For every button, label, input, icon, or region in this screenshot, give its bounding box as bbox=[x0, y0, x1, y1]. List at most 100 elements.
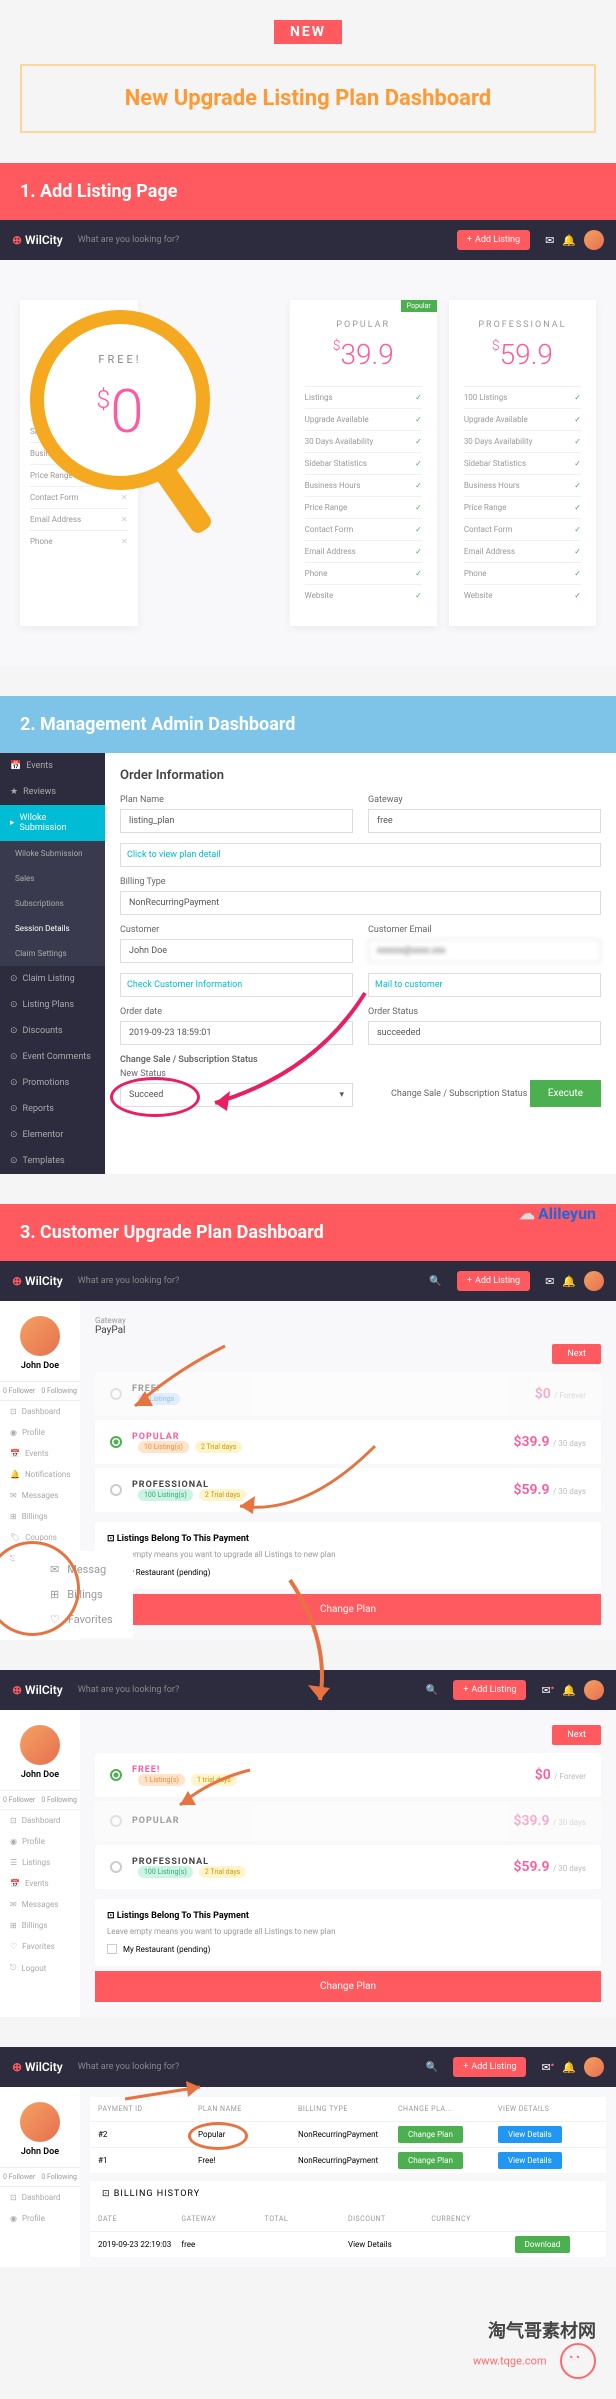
menu-item[interactable]: ◉ Profile bbox=[0, 1831, 80, 1852]
execute-button[interactable]: Execute bbox=[530, 1080, 601, 1107]
radio[interactable] bbox=[110, 1769, 122, 1781]
plan-row-pro[interactable]: PROFESSIONAL100 Listing(s)2 Trial days $… bbox=[95, 1468, 601, 1512]
gateway-input[interactable]: free bbox=[368, 809, 601, 833]
new-status-select[interactable]: Succeed▾ bbox=[120, 1083, 353, 1107]
change-plan-button[interactable]: Change Plan bbox=[398, 2152, 463, 2169]
mail-icon[interactable]: ✉ bbox=[545, 1275, 554, 1288]
sidebar-item[interactable]: ⊙ Listing Plans bbox=[0, 992, 105, 1018]
plan-row-pro[interactable]: PROFESSIONAL100 Listing(s)2 Trial days $… bbox=[95, 1845, 601, 1889]
plan-card-popular[interactable]: Popular POPULAR $39.9 Listings✓ Upgrade … bbox=[290, 300, 437, 626]
sidebar-item-wiloke[interactable]: ▸ Wiloke Submission bbox=[0, 805, 105, 841]
listing-item[interactable]: My Restaurant (pending) bbox=[107, 1567, 589, 1577]
menu-item[interactable]: 📅 Events bbox=[0, 1873, 80, 1894]
plan-row-free[interactable]: FREE!0 Listings $0 / Forever bbox=[95, 1372, 601, 1416]
plan-row-free[interactable]: FREE!1 Listing(s)1 trial days $0 / Forev… bbox=[95, 1753, 601, 1797]
avatar[interactable] bbox=[20, 2102, 60, 2142]
menu-item[interactable]: ⊡ Dashboard bbox=[0, 2187, 80, 2208]
view-details-button[interactable]: View Details bbox=[498, 2152, 562, 2169]
next-button[interactable]: Next bbox=[552, 1344, 601, 1364]
plan-name-input[interactable]: listing_plan bbox=[120, 809, 353, 833]
radio[interactable] bbox=[110, 1484, 122, 1496]
menu-item[interactable]: ♡ Favorites bbox=[0, 1936, 80, 1957]
menu-profile[interactable]: ◉ Profile bbox=[0, 1422, 80, 1443]
menu-coupons[interactable]: 🏷 Coupons bbox=[0, 1527, 80, 1548]
menu-notifications[interactable]: 🔔 Notifications bbox=[0, 1464, 80, 1485]
billing-input[interactable]: NonRecurringPayment bbox=[120, 891, 601, 915]
search-input[interactable]: What are you looking for? bbox=[78, 1685, 411, 1695]
mail-icon[interactable]: ✉● bbox=[541, 1684, 554, 1697]
menu-item[interactable]: ⊞ Billings bbox=[0, 1915, 80, 1936]
status-input[interactable]: succeeded bbox=[368, 1021, 601, 1045]
add-listing-button[interactable]: + Add Listing bbox=[457, 1271, 530, 1291]
bell-icon[interactable]: 🔔 bbox=[562, 1275, 576, 1288]
view-details-button[interactable]: View Details bbox=[498, 2126, 562, 2143]
sidebar-item[interactable]: ⊙ Elementor bbox=[0, 1122, 105, 1148]
mail-customer-link[interactable]: Mail to customer bbox=[368, 973, 601, 997]
menu-item[interactable]: ☰ Listings bbox=[0, 1852, 80, 1873]
check-customer-link[interactable]: Check Customer Information bbox=[120, 973, 353, 997]
mail-icon[interactable]: ✉● bbox=[541, 2061, 554, 2074]
view-plan-link[interactable]: Click to view plan detail bbox=[120, 843, 601, 867]
menu-events[interactable]: 📅 Events bbox=[0, 1443, 80, 1464]
radio[interactable] bbox=[110, 1815, 122, 1827]
sidebar-item-events[interactable]: 📅 Events bbox=[0, 753, 105, 779]
sidebar-item-reviews[interactable]: ★ Reviews bbox=[0, 779, 105, 805]
add-listing-button[interactable]: + Add Listing bbox=[457, 230, 530, 250]
sidebar-sub[interactable]: Claim Settings bbox=[0, 941, 105, 966]
sidebar-sub[interactable]: Subscriptions bbox=[0, 891, 105, 916]
bell-icon[interactable]: 🔔 bbox=[562, 1684, 576, 1697]
plan-row-popular[interactable]: POPULAR $39.9 / 30 days bbox=[95, 1801, 601, 1841]
sidebar-sub[interactable]: Sales bbox=[0, 866, 105, 891]
date-input[interactable]: 2019-09-23 18:59:01 bbox=[120, 1021, 353, 1045]
sidebar-item[interactable]: ⊙ Discounts bbox=[0, 1018, 105, 1044]
menu-messages[interactable]: ✉ Messages bbox=[0, 1485, 80, 1506]
mail-icon[interactable]: ✉ bbox=[545, 234, 554, 247]
radio[interactable] bbox=[110, 1861, 122, 1873]
footer: 淘气哥素材网 www.tqge.com bbox=[0, 2297, 616, 2399]
search-icon[interactable]: 🔍 bbox=[426, 1685, 438, 1696]
sidebar-item[interactable]: ⊙ Claim Listing bbox=[0, 966, 105, 992]
plan-row-popular[interactable]: POPULAR10 Listing(s)2 Trial days $39.9 /… bbox=[95, 1420, 601, 1464]
avatar[interactable] bbox=[584, 230, 604, 250]
field-label: New Status bbox=[120, 1069, 353, 1079]
email-input[interactable]: xxxxxx@xxxx.xxx bbox=[368, 939, 601, 963]
avatar[interactable] bbox=[584, 1271, 604, 1291]
table-header: PAYMENT IDPLAN NAMEBILLING TYPECHANGE PL… bbox=[90, 2097, 606, 2121]
radio[interactable] bbox=[110, 1436, 122, 1448]
avatar[interactable] bbox=[584, 2057, 604, 2077]
sidebar-sub[interactable]: Wiloke Submission bbox=[0, 841, 105, 866]
checkbox[interactable] bbox=[107, 1944, 117, 1954]
sidebar-item[interactable]: ⊙ Templates bbox=[0, 1148, 105, 1174]
search-input[interactable]: What are you looking for? bbox=[78, 1276, 415, 1286]
menu-billings[interactable]: ⊞ Billings bbox=[0, 1506, 80, 1527]
avatar[interactable] bbox=[584, 1680, 604, 1700]
field-label: Order Status bbox=[368, 1007, 601, 1017]
menu-item[interactable]: ◉ Profile bbox=[0, 2208, 80, 2229]
bell-icon[interactable]: 🔔 bbox=[562, 2061, 576, 2074]
sidebar-item[interactable]: ⊙ Reports bbox=[0, 1096, 105, 1122]
add-listing-button[interactable]: + Add Listing bbox=[453, 2057, 526, 2077]
search-input[interactable]: What are you looking for? bbox=[78, 2062, 411, 2072]
menu-item[interactable]: ✉ Messages bbox=[0, 1894, 80, 1915]
radio[interactable] bbox=[110, 1388, 122, 1400]
customer-input[interactable]: John Doe bbox=[120, 939, 353, 963]
menu-dashboard[interactable]: ⊡ Dashboard bbox=[0, 1401, 80, 1422]
add-listing-button[interactable]: + Add Listing bbox=[453, 1680, 526, 1700]
change-plan-button[interactable]: Change Plan bbox=[95, 1971, 601, 2002]
bell-icon[interactable]: 🔔 bbox=[562, 234, 576, 247]
menu-item[interactable]: ⊡ Dashboard bbox=[0, 1810, 80, 1831]
avatar[interactable] bbox=[20, 1725, 60, 1765]
plan-card-pro[interactable]: PROFESSIONAL $59.9 100 Listings✓ Upgrade… bbox=[449, 300, 596, 626]
change-plan-button[interactable]: Change Plan bbox=[398, 2126, 463, 2143]
download-button[interactable]: Download bbox=[515, 2236, 571, 2253]
next-button[interactable]: Next bbox=[552, 1725, 601, 1745]
sidebar-item[interactable]: ⊙ Promotions bbox=[0, 1070, 105, 1096]
sidebar-item[interactable]: ⊙ Event Comments bbox=[0, 1044, 105, 1070]
menu-item[interactable]: ⎋ Logout bbox=[0, 1957, 80, 1979]
avatar[interactable] bbox=[20, 1316, 60, 1356]
search-input[interactable]: What are you looking for? bbox=[78, 235, 442, 245]
change-plan-button[interactable]: Change Plan bbox=[95, 1594, 601, 1625]
search-icon[interactable]: 🔍 bbox=[429, 1276, 441, 1287]
sidebar-sub[interactable]: Session Details bbox=[0, 916, 105, 941]
search-icon[interactable]: 🔍 bbox=[426, 2062, 438, 2073]
